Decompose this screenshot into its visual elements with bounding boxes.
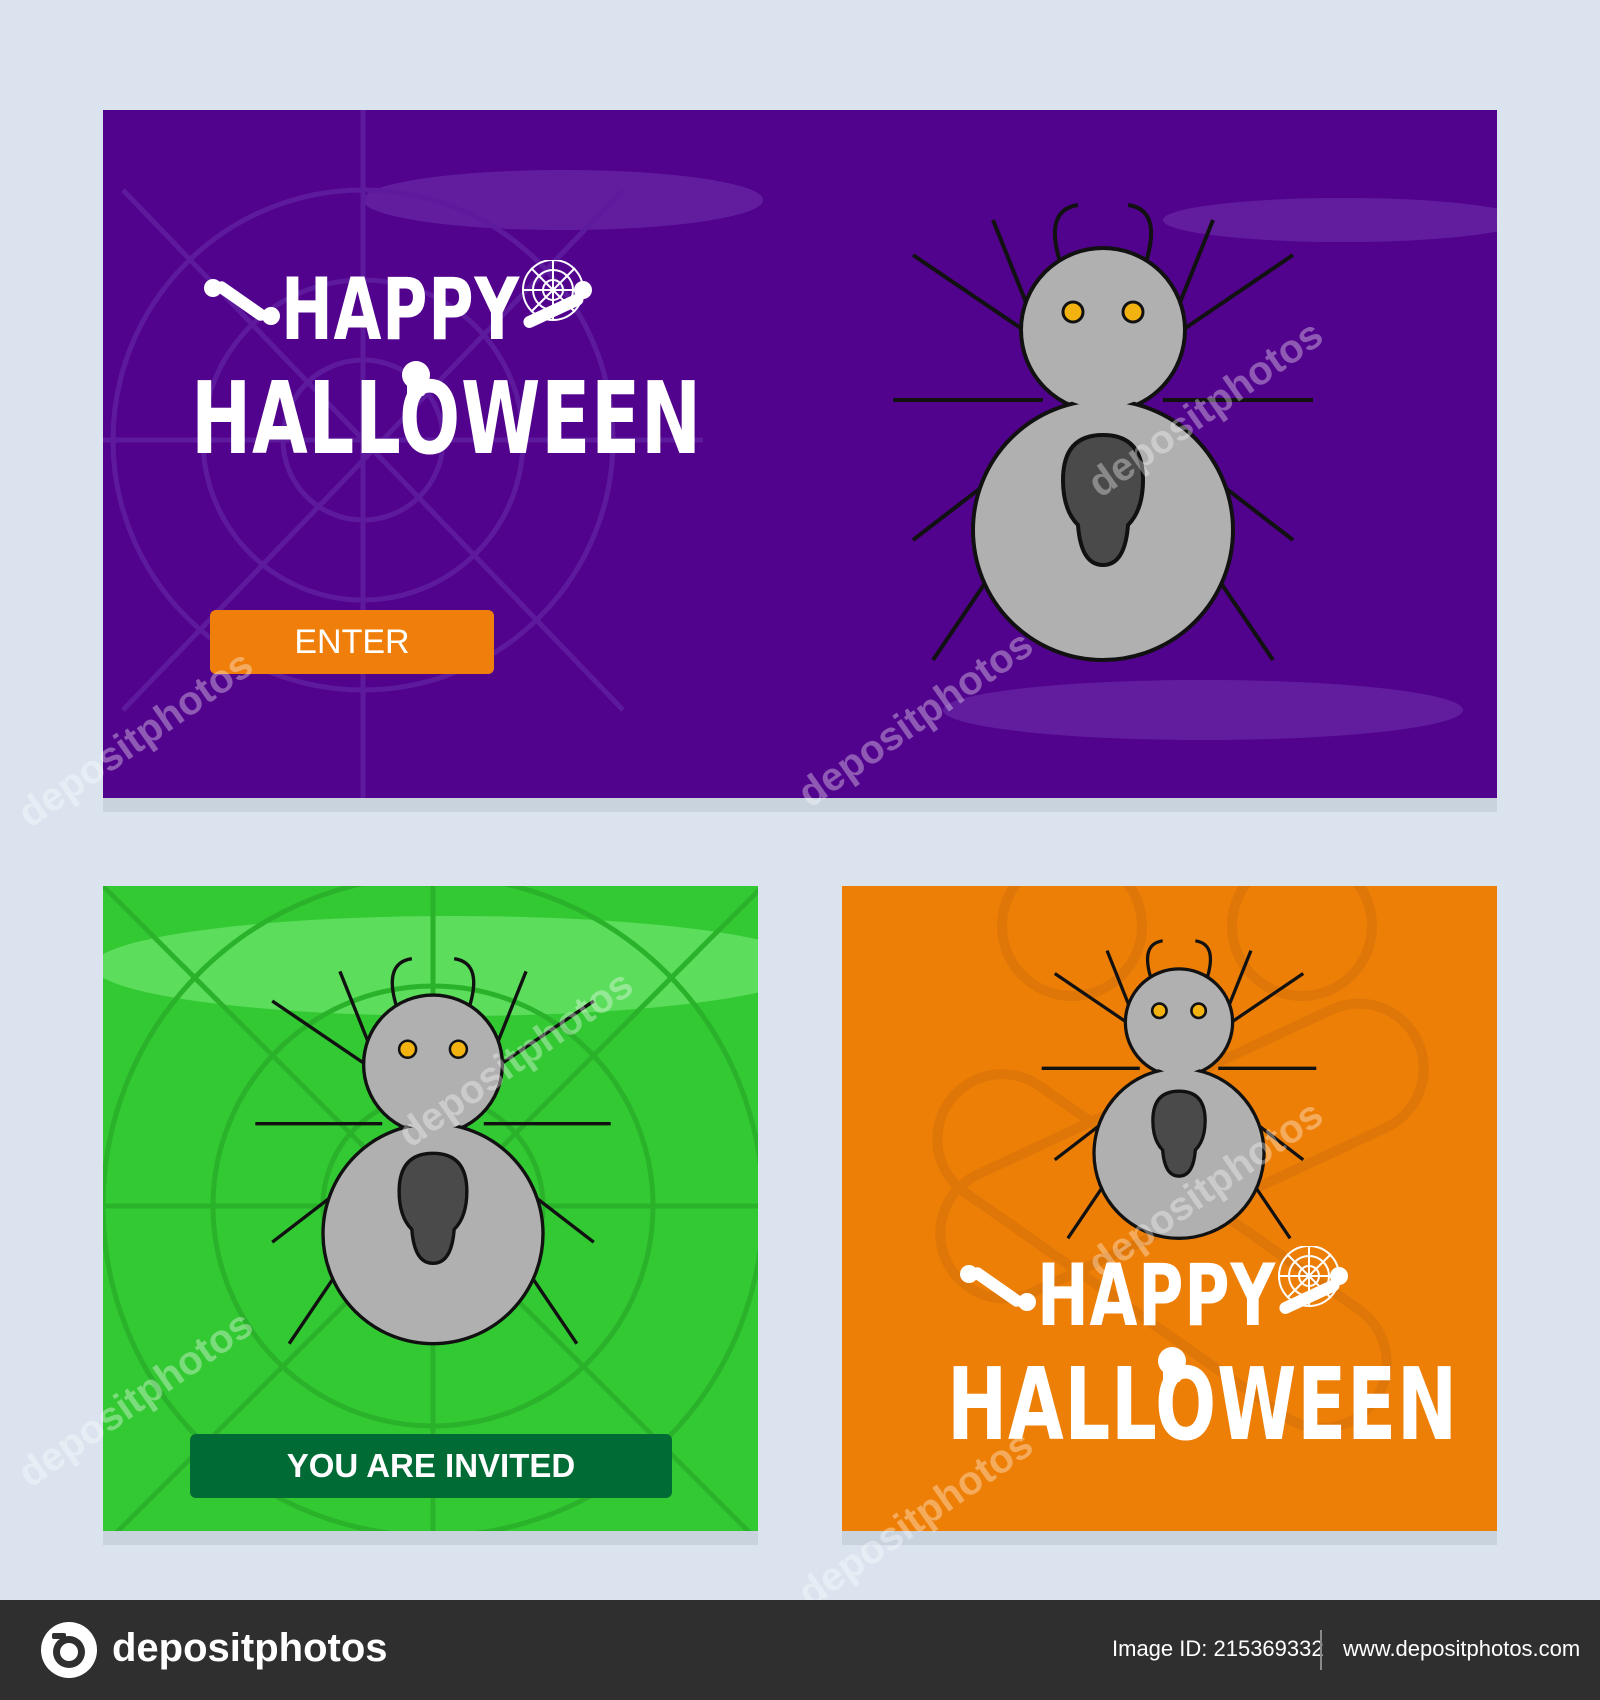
footer-image-id: Image ID: 215369332 bbox=[1112, 1636, 1324, 1661]
camera-icon bbox=[41, 1622, 97, 1678]
bone-icon bbox=[960, 1246, 1348, 1382]
footer-brand[interactable]: depositphotos bbox=[112, 1626, 388, 1671]
happy-halloween-greeting: HAPPY HALLOWEEN bbox=[191, 260, 701, 500]
top-invitation-card: HAPPY HALLOWEEN ENTER bbox=[103, 110, 1497, 798]
cobweb-icon bbox=[1278, 1246, 1340, 1307]
orange-invitation-card: HAPPY HALLOWEEN bbox=[842, 886, 1497, 1531]
footer-bar: depositphotos Image ID: 215369332 www.de… bbox=[0, 1600, 1600, 1700]
footer-divider bbox=[1320, 1630, 1322, 1670]
spider-icon bbox=[1041, 939, 1317, 1240]
skull-icon bbox=[1158, 1347, 1186, 1382]
cobweb-icon bbox=[522, 260, 584, 321]
skull-icon bbox=[402, 361, 430, 396]
footer-site-link[interactable]: www.depositphotos.com bbox=[1343, 1636, 1580, 1662]
bone-icon bbox=[204, 260, 592, 396]
enter-button[interactable]: ENTER bbox=[210, 610, 494, 674]
happy-halloween-greeting: HAPPY HALLOWEEN bbox=[947, 1246, 1457, 1486]
spider-icon bbox=[893, 203, 1313, 662]
spider-icon bbox=[255, 957, 611, 1346]
green-invitation-card: YOU ARE INVITED bbox=[103, 886, 758, 1531]
you-are-invited-badge: YOU ARE INVITED bbox=[190, 1434, 672, 1498]
